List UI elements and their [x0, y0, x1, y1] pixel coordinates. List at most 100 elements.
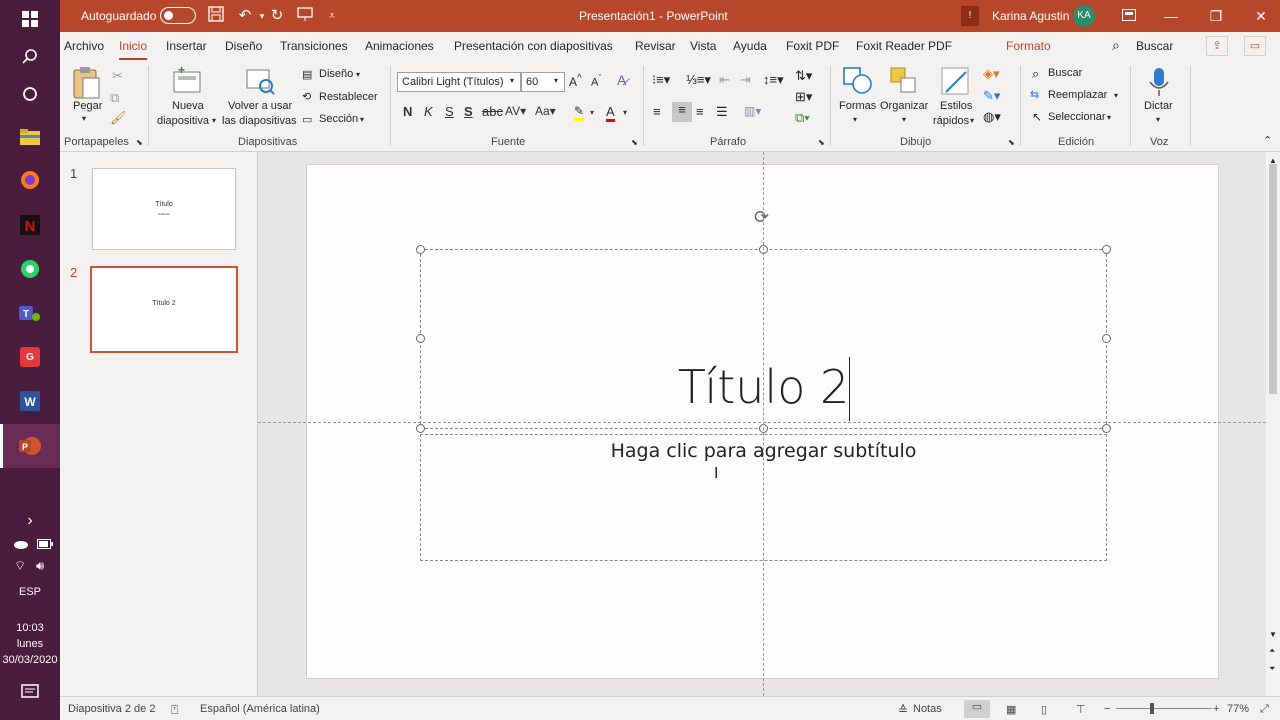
reading-view-icon[interactable]: ▯ [1041, 703, 1047, 716]
tab-revisar[interactable]: Revisar [635, 39, 676, 53]
layout-icon[interactable]: ▤ [302, 68, 312, 81]
highlight-icon[interactable]: ✎ [574, 104, 585, 121]
new-slide-label-1[interactable]: Nueva [172, 100, 204, 112]
increase-indent-icon[interactable]: ⇥ [740, 72, 751, 88]
onedrive-icon[interactable] [13, 538, 29, 552]
whatsapp-icon[interactable] [15, 254, 45, 284]
columns-icon[interactable]: ▥▾ [744, 104, 761, 118]
quick-styles-icon[interactable] [940, 66, 972, 98]
decrease-indent-icon[interactable]: ⇤ [719, 72, 730, 88]
new-slide-dropdown-icon[interactable]: ▾ [212, 116, 216, 125]
font-family-dropdown-icon[interactable]: ▾ [510, 76, 514, 85]
find-icon[interactable]: ⌕ [1032, 66, 1039, 82]
reuse-slides-label-1[interactable]: Volver a usar [228, 100, 292, 112]
normal-view-icon[interactable]: ▭ [964, 700, 990, 718]
quick-styles-dropdown-icon[interactable]: ▾ [970, 116, 974, 125]
volume-icon[interactable]: 🔊︎ [36, 558, 44, 574]
slideshow-icon[interactable]: ⊤ [1076, 703, 1086, 716]
section-icon[interactable]: ▭ [302, 113, 312, 126]
resize-handle[interactable] [1102, 245, 1111, 254]
tab-inicio[interactable]: Inicio [119, 39, 148, 60]
font-family-select[interactable]: Calibri Light (Títulos) [397, 72, 521, 92]
wifi-icon[interactable]: ⌔ [14, 558, 26, 574]
shape-outline-icon[interactable]: ✎▾ [983, 88, 1000, 104]
tab-diseno[interactable]: Diseño [225, 39, 262, 53]
underline-icon[interactable]: S [445, 104, 454, 119]
file-explorer-icon[interactable] [15, 122, 45, 152]
fit-to-window-icon[interactable]: ⤢ [1260, 703, 1269, 716]
clear-formatting-icon[interactable]: A̷ [617, 72, 626, 88]
paste-icon[interactable] [71, 66, 103, 99]
customize-qat-icon[interactable]: ⩡ [322, 6, 342, 26]
scroll-down-icon[interactable]: ▼ [1269, 630, 1277, 639]
numbering-icon[interactable]: ⅓≡▾ [686, 72, 711, 88]
teams-icon[interactable]: T [15, 298, 45, 328]
previous-slide-icon[interactable]: ⏶ [1269, 646, 1275, 656]
replace-dropdown-icon[interactable]: ▾ [1114, 91, 1118, 100]
tab-vista[interactable]: Vista [690, 39, 716, 53]
tab-transiciones[interactable]: Transiciones [280, 39, 348, 53]
dictate-dropdown-icon[interactable]: ▾ [1156, 115, 1160, 124]
rotate-handle-icon[interactable]: ⟳ [754, 207, 769, 228]
font-color-dropdown-icon[interactable]: ▾ [623, 108, 627, 117]
reuse-slides-label-2[interactable]: las diapositivas [222, 115, 297, 127]
paste-dropdown-icon[interactable]: ▾ [82, 114, 86, 123]
dictate-button[interactable]: Dictar [1144, 100, 1173, 112]
firefox-icon[interactable] [15, 165, 45, 195]
slide-sorter-icon[interactable]: ▦ [1006, 703, 1016, 716]
arrange-icon[interactable] [889, 66, 921, 98]
replace-icon[interactable]: ⇆ [1030, 88, 1039, 101]
line-spacing-icon[interactable]: ↕≡▾ [763, 72, 784, 88]
slide-thumbnail-1[interactable]: Título Subtítulo [92, 168, 236, 250]
vertical-scrollbar[interactable]: ▲ ▼ ⏶ ⏷ [1266, 152, 1280, 696]
zoom-in-icon[interactable]: + [1213, 703, 1219, 715]
tab-archivo[interactable]: Archivo [64, 39, 104, 53]
tab-foxit-reader-pdf[interactable]: Foxit Reader PDF [856, 39, 952, 53]
tab-ayuda[interactable]: Ayuda [733, 39, 767, 53]
new-slide-label-2[interactable]: diapositiva [157, 115, 209, 127]
shapes-icon[interactable] [842, 66, 874, 98]
font-launcher-icon[interactable]: ⬊ [631, 138, 638, 147]
copy-icon[interactable]: ⧉ [110, 90, 119, 106]
paste-button[interactable]: Pegar [73, 100, 102, 112]
grow-font-icon[interactable]: A^ [569, 73, 582, 89]
cortana-icon[interactable] [15, 79, 45, 109]
zoom-level[interactable]: 77% [1227, 703, 1249, 715]
drawing-launcher-icon[interactable]: ⬊ [1008, 138, 1015, 147]
char-spacing-icon[interactable]: AV▾ [505, 104, 526, 118]
section-dropdown-icon[interactable]: ▾ [360, 115, 364, 124]
align-center-icon[interactable]: ≡ [672, 102, 692, 122]
zoom-slider[interactable] [1116, 708, 1212, 709]
tab-foxit-pdf[interactable]: Foxit PDF [786, 39, 839, 53]
resize-handle[interactable] [416, 334, 425, 343]
comments-icon[interactable]: ▭ [1244, 36, 1266, 56]
horizontal-guide[interactable] [258, 422, 1266, 423]
arrange-button[interactable]: Organizar [880, 100, 928, 112]
select-button[interactable]: Seleccionar [1048, 111, 1105, 123]
shadow-icon[interactable]: S [464, 104, 473, 119]
notes-icon[interactable]: ≙ [898, 703, 908, 717]
collapse-ribbon-icon[interactable]: ⌃ [1263, 134, 1272, 147]
font-size-dropdown-icon[interactable]: ▾ [554, 76, 558, 85]
microphone-icon[interactable] [1143, 66, 1175, 98]
resize-handle[interactable] [1102, 424, 1111, 433]
align-right-icon[interactable]: ≡ [696, 104, 704, 119]
font-color-icon[interactable]: A [606, 104, 615, 122]
reset-icon[interactable]: ⟲ [302, 90, 311, 103]
tell-me-search-icon[interactable]: ⌕ [1112, 37, 1120, 54]
tab-formato[interactable]: Formato [1006, 39, 1051, 53]
bullets-icon[interactable]: ⁝≡▾ [652, 72, 670, 88]
smartart-icon[interactable]: ⧉▾ [795, 110, 810, 126]
arrange-dropdown-icon[interactable]: ▾ [902, 115, 906, 124]
quick-styles-label-2[interactable]: rápidos [933, 115, 969, 127]
cut-icon[interactable]: ✂ [112, 68, 123, 84]
language-indicator[interactable]: ESP [0, 586, 60, 598]
highlight-dropdown-icon[interactable]: ▾ [590, 108, 594, 117]
layout-dropdown-icon[interactable]: ▾ [356, 70, 360, 79]
close-icon[interactable]: ✕ [1249, 6, 1273, 26]
vertical-guide[interactable] [763, 152, 764, 696]
reuse-slides-icon[interactable] [244, 66, 276, 98]
next-slide-icon[interactable]: ⏷ [1269, 664, 1275, 674]
user-name[interactable]: Karina Agustin [992, 9, 1069, 23]
font-size-select[interactable]: 60 [521, 72, 565, 92]
